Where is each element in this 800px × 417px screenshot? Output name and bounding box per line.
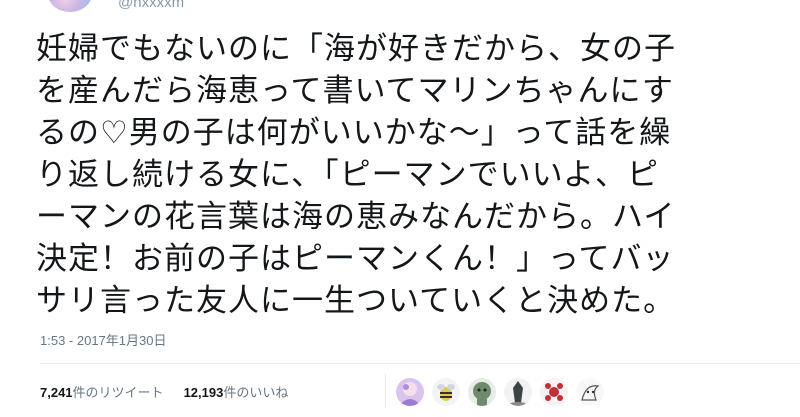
liker-avatar-6[interactable]: [576, 378, 604, 406]
liker-avatar-3[interactable]: [468, 378, 496, 406]
stats-divider: [385, 374, 386, 408]
tweet-header: @hxxxxm: [0, 0, 800, 16]
user-handle[interactable]: @hxxxxm: [118, 0, 184, 11]
tweet-timestamp[interactable]: 1:53 - 2017年1月30日: [40, 330, 166, 349]
liker-avatar-5[interactable]: [540, 378, 568, 406]
like-label: 件のいいね: [223, 385, 289, 400]
tweet-line: ーマンの花言葉は海の恵みなんだから。ハイ: [36, 199, 676, 235]
like-count-link[interactable]: 12,193件のいいね: [184, 382, 289, 401]
tweet-line: サリ言った友人に一生ついていくと決めた。: [36, 283, 676, 319]
tweet-body: 妊婦でもないのに「海が好きだから、女の子 を産んだら海恵って書いてマリンちゃんに…: [36, 28, 796, 322]
likers-avatars: [396, 378, 612, 406]
retweet-count-link[interactable]: 7,241件のリツイート: [40, 382, 164, 401]
divider: [40, 363, 800, 364]
retweet-count: 7,241: [40, 385, 73, 400]
liker-avatar-4[interactable]: [504, 378, 532, 406]
like-count: 12,193: [183, 385, 224, 400]
tweet-line: を産んだら海恵って書いてマリンちゃんにす: [36, 73, 674, 109]
tweet-stats: 7,241件のリツイート 12,193件のいいね: [40, 382, 308, 401]
tweet-line: るの♡男の子は何がいいかな～」って話を繰: [36, 115, 672, 151]
tweet-line: 決定！お前の子はピーマンくん！」ってバッ: [36, 241, 675, 277]
tweet-line: り返し続ける女に、「ピーマンでいいよ、ピ: [36, 157, 659, 193]
liker-avatar-2[interactable]: [432, 378, 460, 406]
tweet-line: 妊婦でもないのに「海が好きだから、女の子: [36, 31, 676, 67]
avatar[interactable]: [48, 0, 92, 12]
liker-avatar-1[interactable]: [396, 378, 424, 406]
retweet-label: 件のリツイート: [72, 385, 164, 400]
